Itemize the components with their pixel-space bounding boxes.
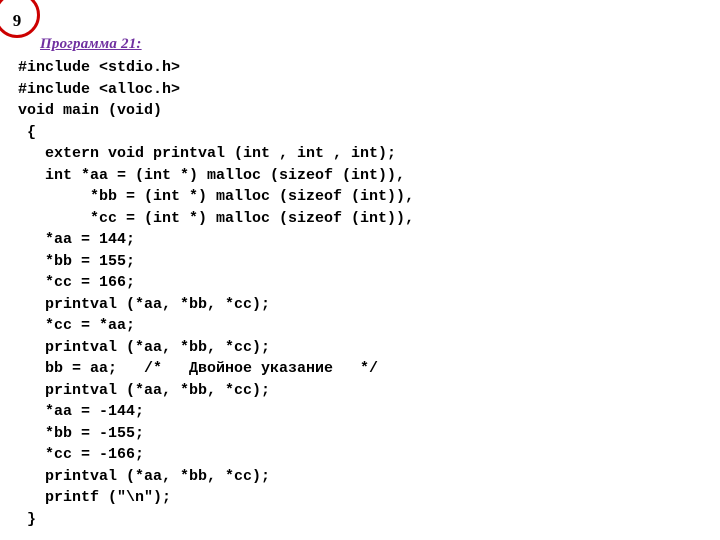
code-line: printval (*aa, *bb, *cc); [18,295,271,313]
slide-number-label: 9 [12,11,22,30]
code-block: #include <stdio.h> #include <alloc.h> void… [18,57,708,530]
code-line: void main (void) [18,102,163,119]
code-line: *cc = *aa; [18,317,136,334]
code-line: *bb = -155; [18,424,145,442]
code-line: *aa = -144; [18,403,145,420]
code-line: } [18,510,37,528]
slide-canvas: 9 Программа 21: #include <stdio.h> #inclu… [0,0,720,540]
code-line: *aa = 144; [18,231,136,248]
code-line: *cc = (int *) malloc (sizeof (int)), [18,209,415,227]
code-line: #include <stdio.h> [18,59,181,76]
code-line: *cc = 166; [18,274,136,291]
code-line: extern void printval (int , int , int); [18,145,397,162]
code-line: printval (*aa, *bb, *cc); [18,381,271,399]
code-line: printval (*aa, *bb, *cc); [18,467,271,485]
code-line: bb = aa; /* Двойное указание */ [18,360,379,377]
code-line: int *aa = (int *) malloc (sizeof (int)), [18,166,406,184]
code-line: printf ("\n"); [18,489,172,506]
code-line: #include <alloc.h> [18,80,181,98]
page-title: Программа 21: [40,36,142,52]
code-line: { [18,123,37,141]
code-line: printval (*aa, *bb, *cc); [18,338,271,356]
slide-number-circle-icon: 9 [0,0,40,38]
code-line: *bb = (int *) malloc (sizeof (int)), [18,188,415,205]
code-line: *bb = 155; [18,252,136,270]
code-line: *cc = -166; [18,446,145,463]
